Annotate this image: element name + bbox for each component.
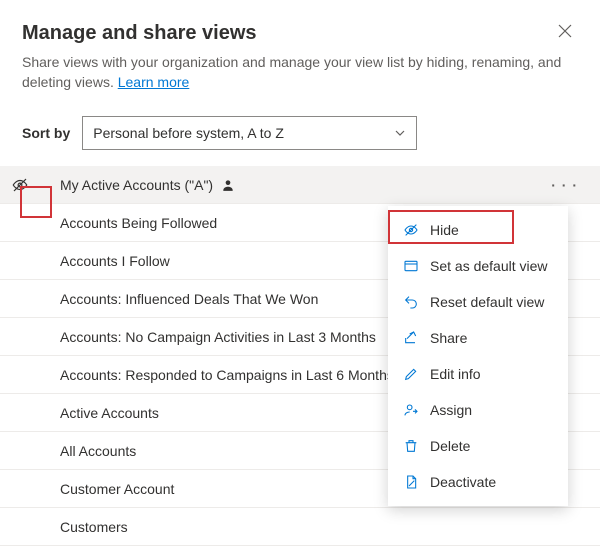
list-item-label: Customer Account [60, 481, 174, 497]
eye-off-icon [11, 176, 29, 194]
menu-label: Hide [430, 222, 459, 238]
menu-label: Edit info [430, 366, 481, 382]
list-item[interactable]: My Active Accounts ("A") · · · [0, 166, 600, 204]
close-button[interactable] [552, 22, 578, 40]
close-icon [558, 24, 572, 38]
list-item-label: Accounts I Follow [60, 253, 170, 269]
menu-label: Assign [430, 402, 472, 418]
menu-label: Deactivate [430, 474, 496, 490]
deactivate-icon [402, 473, 420, 491]
list-item-label: Accounts: No Campaign Activities in Last… [60, 329, 376, 345]
more-button[interactable]: · · · [548, 177, 578, 193]
dialog-subtitle: Share views with your organization and m… [22, 53, 578, 92]
menu-label: Set as default view [430, 258, 548, 274]
menu-reset-default[interactable]: Reset default view [388, 284, 568, 320]
default-view-icon [402, 257, 420, 275]
dialog-title: Manage and share views [22, 22, 257, 45]
menu-label: Reset default view [430, 294, 544, 310]
learn-more-link[interactable]: Learn more [118, 74, 190, 90]
list-item-label: Accounts: Responded to Campaigns in Last… [60, 367, 394, 383]
pencil-icon [402, 365, 420, 383]
sortby-select[interactable]: Personal before system, A to Z [82, 116, 417, 150]
list-item-label: Active Accounts [60, 405, 159, 421]
assign-icon [402, 401, 420, 419]
list-item-label: Customers [60, 519, 128, 535]
menu-delete[interactable]: Delete [388, 428, 568, 464]
menu-edit-info[interactable]: Edit info [388, 356, 568, 392]
person-icon [221, 178, 235, 192]
menu-set-default[interactable]: Set as default view [388, 248, 568, 284]
list-item-label: Accounts: Influenced Deals That We Won [60, 291, 318, 307]
list-item-label: All Accounts [60, 443, 136, 459]
subtitle-text: Share views with your organization and m… [22, 54, 561, 90]
menu-label: Delete [430, 438, 470, 454]
menu-assign[interactable]: Assign [388, 392, 568, 428]
menu-label: Share [430, 330, 467, 346]
menu-hide[interactable]: Hide [388, 212, 568, 248]
undo-icon [402, 293, 420, 311]
trash-icon [402, 437, 420, 455]
list-item-label: My Active Accounts ("A") [60, 177, 213, 193]
sortby-value: Personal before system, A to Z [93, 125, 284, 141]
eye-off-icon [402, 221, 420, 239]
list-item[interactable]: Customers [0, 508, 600, 546]
share-icon [402, 329, 420, 347]
hide-toggle[interactable] [6, 176, 34, 194]
context-menu: Hide Set as default view Reset default v… [388, 206, 568, 506]
menu-deactivate[interactable]: Deactivate [388, 464, 568, 500]
menu-share[interactable]: Share [388, 320, 568, 356]
sortby-label: Sort by [22, 125, 70, 141]
chevron-down-icon [394, 127, 406, 139]
list-item-label: Accounts Being Followed [60, 215, 217, 231]
